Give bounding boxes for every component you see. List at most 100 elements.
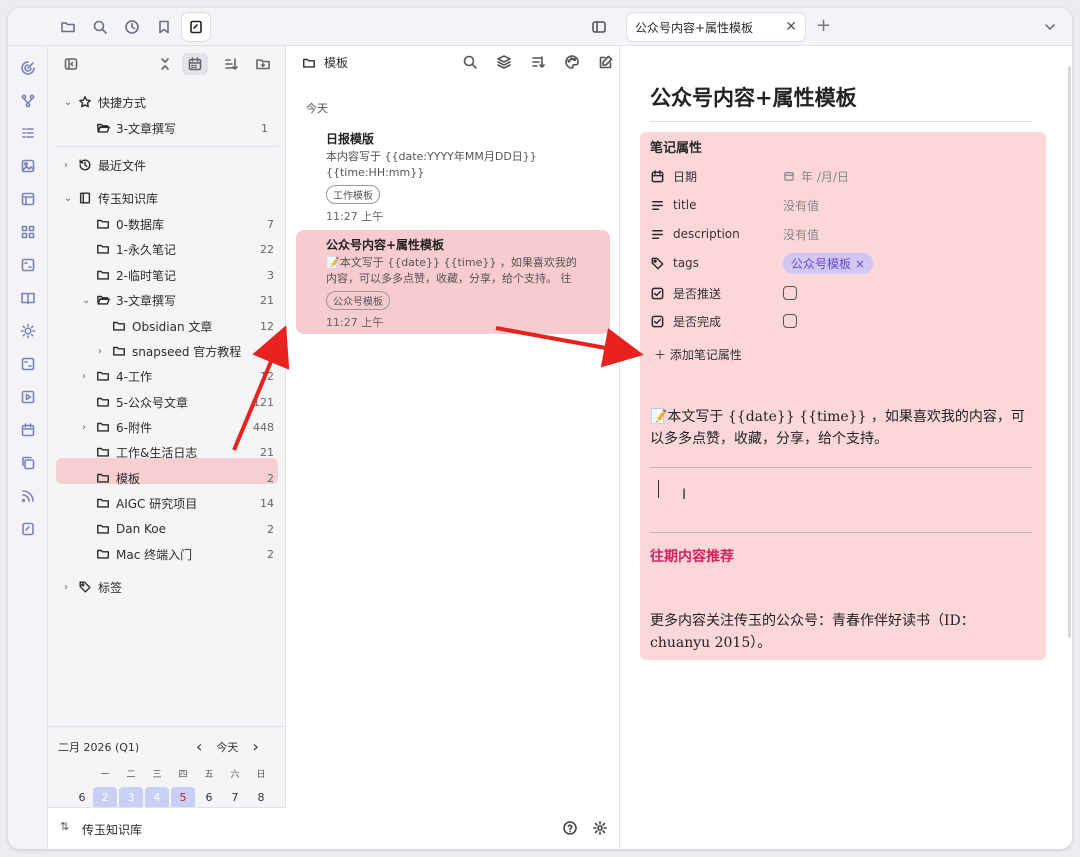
folder-icon[interactable] [54,13,82,41]
folder-item[interactable]: › snapseed 官方教程 23 [98,339,274,363]
property-value[interactable] [783,286,797,300]
grid-icon[interactable] [18,222,38,242]
property-checkbox[interactable] [783,286,797,300]
canvas2-icon[interactable] [18,354,38,374]
palette-icon[interactable] [560,52,584,72]
rss-icon[interactable] [18,486,38,506]
vault-switcher[interactable]: ⇅ 传玉知识库 [48,807,286,849]
recent-files-section[interactable]: › 最近文件 [64,153,274,177]
app2-icon[interactable] [18,519,38,539]
sort-icon[interactable] [526,52,550,72]
collapse-all-icon[interactable] [152,53,178,75]
calendar-next-button[interactable]: › [252,737,258,756]
property-checkbox[interactable] [783,314,797,328]
book-icon[interactable] [18,288,38,308]
sidebar-toggle-icon[interactable] [588,17,610,37]
tag-chip[interactable]: 公众号模板 × [783,252,873,274]
intro-paragraph[interactable]: 📝本文写于 {{date}} {{time}} ，如果喜欢我的内容，可以多多点赞… [650,406,1032,450]
note-heading[interactable]: 公众号内容+属性模板 [650,82,857,112]
bookmark-icon[interactable] [150,13,178,41]
note-tag[interactable]: 公众号模板 [326,291,390,310]
calendar-day[interactable]: 8 [249,787,273,809]
calendar-sort-icon[interactable] [182,53,208,75]
canvas-icon[interactable] [18,255,38,275]
editor-scrollbar[interactable] [1068,66,1071,638]
calendar-day[interactable]: 7 [223,787,247,809]
folder-item[interactable]: 工作&生活日志 21 [96,440,274,464]
tags-section[interactable]: › 标签 [64,575,274,599]
property-value[interactable]: 没有值 [783,226,819,243]
folder-item[interactable]: 0-数据库 7 [96,212,274,236]
folder-item[interactable]: › 6-附件 448 [82,415,274,439]
layout-icon[interactable] [18,189,38,209]
vault-section[interactable]: ⌄ 传玉知识库 [64,186,274,210]
folder-item[interactable]: Mac 终端入门 2 [96,542,274,566]
title-divider [650,121,1032,122]
new-tab-button[interactable]: + [816,17,831,35]
play-icon[interactable] [18,387,38,407]
new-folder-icon[interactable] [250,53,276,75]
property-row[interactable]: 是否推送 [650,281,1030,305]
shortcut-item[interactable]: 3-文章撰写 1 [96,116,268,140]
folder-item[interactable]: Obsidian 文章 12 [112,314,274,338]
calendar-prev-button[interactable]: ‹ [196,737,202,756]
tab-close-icon[interactable]: ✕ [785,19,797,35]
folder-item[interactable]: Dan Koe 2 [96,517,274,541]
property-row[interactable]: 是否完成 [650,309,1030,333]
note-card-selected[interactable]: 公众号内容+属性模板 📝本文写于 {{date}} {{time}} ，如果喜欢… [296,230,610,334]
property-value[interactable]: 公众号模板 × [783,252,873,274]
note-card[interactable]: 日报模版 本内容写于 {{date:YYYY年MM月DD日}} {{time:H… [296,124,610,230]
calendar-day[interactable]: 6 [197,787,221,809]
folder-count: 3 [267,268,274,282]
image-icon[interactable] [18,156,38,176]
star-icon [78,95,92,109]
vault-switch-icon[interactable]: ⇅ [60,820,69,833]
note-tag[interactable]: 工作模板 [326,185,380,204]
app-icon[interactable] [182,13,210,41]
property-row[interactable]: tags 公众号模板 × [650,251,1030,275]
calendar-day[interactable]: 2 [93,787,117,809]
layers-icon[interactable] [492,52,516,72]
graph-icon[interactable] [18,58,38,78]
property-value[interactable] [783,314,797,328]
search-icon[interactable] [458,52,482,72]
list-icon[interactable] [18,123,38,143]
text-icon [650,198,665,213]
property-row[interactable]: 日期 年 /月/日 [650,164,1030,188]
clock-icon[interactable] [118,13,146,41]
tab-active-note[interactable]: 公众号内容+属性模板 ✕ [626,12,806,42]
settings-gear-icon[interactable] [590,818,610,838]
property-row[interactable]: title 没有值 [650,193,1030,217]
note-title: 日报模版 [326,132,375,146]
new-note-icon[interactable] [594,52,618,72]
copy-icon[interactable] [18,453,38,473]
folder-item-selected[interactable]: 模板 2 [96,466,274,490]
calendar-today-button[interactable]: 今天 [216,739,238,755]
collapse-sidebar-icon[interactable] [58,53,84,75]
calendar-day[interactable]: 3 [119,787,143,809]
help-icon[interactable] [560,818,580,838]
recommend-heading[interactable]: 往期内容推荐 [650,546,734,566]
add-property-button[interactable]: ＋ 添加笔记属性 [654,346,742,363]
property-value[interactable]: 没有值 [783,197,819,214]
folder-item[interactable]: 5-公众号文章 121 [96,390,274,414]
sun-icon[interactable] [18,321,38,341]
shortcuts-section[interactable]: ⌄ 快捷方式 [64,90,274,114]
property-row[interactable]: description 没有值 [650,222,1030,246]
calendar-day[interactable]: 4 [145,787,169,809]
folder-item[interactable]: 1-永久笔记 22 [96,237,274,261]
tag-remove-icon[interactable]: × [855,257,865,271]
folder-item[interactable]: 2-临时笔记 3 [96,263,274,287]
follow-paragraph[interactable]: 更多内容关注传玉的公众号：青春作伴好读书（ID：chuanyu 2015）。 [650,610,1020,654]
folder-icon [96,445,110,459]
folder-item[interactable]: ⌄ 3-文章撰写 21 [82,288,274,312]
calendar-day-today[interactable]: 5 [171,787,195,809]
calendar-icon[interactable] [18,420,38,440]
chevron-down-icon[interactable] [1042,19,1058,35]
sort-icon[interactable] [218,53,244,75]
property-value[interactable]: 年 /月/日 [783,168,849,185]
branch-icon[interactable] [18,91,38,111]
search-icon[interactable] [86,13,114,41]
folder-item[interactable]: › 4-工作 12 [82,364,274,388]
folder-item[interactable]: AIGC 研究项目 14 [96,491,274,515]
